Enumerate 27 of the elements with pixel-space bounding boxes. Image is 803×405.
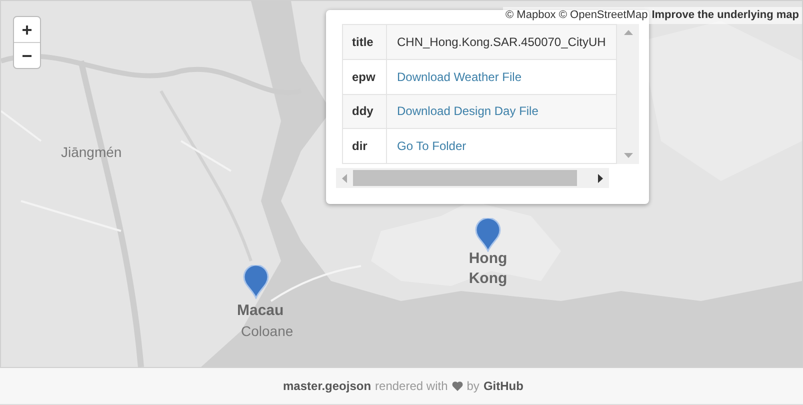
scroll-up-icon[interactable] <box>624 30 633 35</box>
footer-text: by <box>466 378 480 395</box>
map-pin-icon[interactable] <box>475 218 501 252</box>
file-link[interactable]: Go To Folder <box>397 139 466 154</box>
place-label: Coloane <box>241 322 294 341</box>
scroll-left-icon[interactable] <box>342 174 347 182</box>
scrollbar-thumb[interactable] <box>353 170 577 186</box>
place-label: Macau <box>237 301 284 321</box>
file-name: master.geojson <box>283 378 372 395</box>
map-pin-icon[interactable] <box>243 265 269 299</box>
brand-name: GitHub <box>483 378 524 395</box>
zoom-out-button[interactable]: − <box>14 43 40 68</box>
heart-icon <box>452 381 463 391</box>
place-label: Hong Kong <box>468 249 508 289</box>
place-label: Jiāngmén <box>61 143 122 162</box>
footer-text: rendered with <box>375 378 448 395</box>
table-cell: title <box>342 24 386 60</box>
table-cell: CHN_Hong.Kong.SAR.450070_CityUH <box>397 34 606 49</box>
scroll-down-icon[interactable] <box>624 153 633 158</box>
attribution-text: © Mapbox © OpenStreetMap <box>506 8 648 23</box>
scroll-right-icon[interactable] <box>598 174 603 182</box>
vertical-scrollbar[interactable] <box>617 24 639 164</box>
horizontal-scrollbar[interactable] <box>336 168 609 188</box>
improve-map-link[interactable]: Improve the underlying map <box>652 7 799 24</box>
zoom-in-button[interactable]: + <box>14 17 40 43</box>
table-cell: dir <box>342 128 386 164</box>
table-cell: epw <box>342 59 386 94</box>
